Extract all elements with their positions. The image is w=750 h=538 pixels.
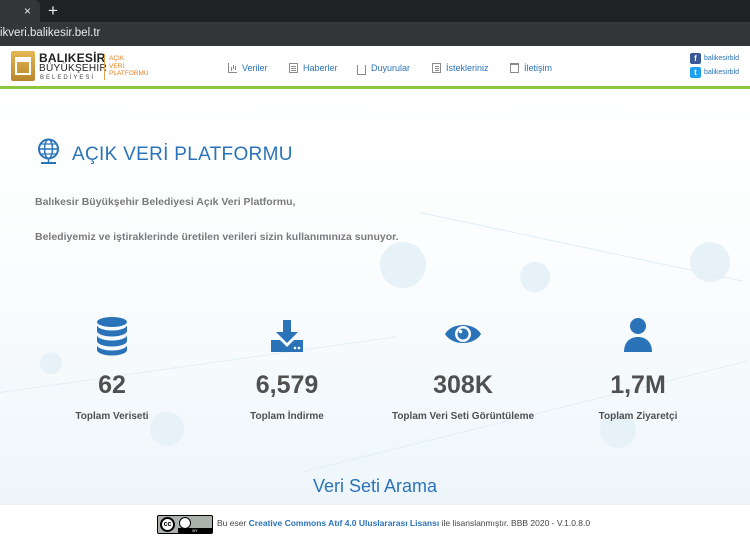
stat-value: 62: [98, 371, 126, 399]
stat-visitors: 1,7M Toplam Ziyaretçi: [553, 316, 723, 422]
nav-item-duyurular[interactable]: Duyurular: [357, 61, 410, 75]
license-link[interactable]: Creative Commons Atıf 4.0 Uluslararası L…: [249, 518, 440, 528]
download-icon: [271, 320, 303, 352]
stat-datasets: 62 Toplam Veriseti: [27, 316, 197, 422]
logo-title-line2[interactable]: BÜYÜKŞEHİR: [39, 64, 107, 74]
inbox-icon: [357, 65, 366, 75]
dataset-search-title: Veri Seti Arama: [312, 476, 438, 496]
logo-sub-line1: AÇIK: [109, 55, 125, 62]
hero-description-1: Balıkesir Büyükşehir Belediyesi Açık Ver…: [35, 196, 296, 208]
chart-icon: [228, 63, 237, 73]
stat-label: Toplam Veri Seti Görüntüleme: [391, 411, 535, 422]
facebook-link[interactable]: f balikesirbld: [690, 53, 739, 64]
stat-views: 308K Toplam Veri Seti Görüntüleme: [378, 316, 548, 422]
hero-section: AÇIK VERİ PLATFORMU Balıkesir Büyükşehir…: [0, 92, 750, 504]
cc-logo-icon: cc: [160, 517, 175, 532]
logo-sub-line2: VERİ: [109, 62, 125, 70]
hero-description-2: Belediyemiz ve iştiraklerinde üretilen v…: [35, 231, 399, 243]
stat-downloads: 6,579 Toplam İndirme: [202, 316, 372, 422]
stat-value: 1,7M: [610, 371, 666, 399]
close-tab-icon[interactable]: ×: [24, 3, 31, 19]
nav-label: Duyurular: [371, 63, 411, 73]
nav-label: Haberler: [303, 63, 338, 73]
url-text[interactable]: ikveri.balikesir.bel.tr: [0, 27, 100, 39]
nav-item-veriler[interactable]: Veriler: [228, 61, 268, 75]
site-footer: cc BY Bu eser Creative Commons Atıf 4.0 …: [0, 504, 750, 538]
logo-subtitle[interactable]: AÇIK VERİ PLATFORMU: [109, 55, 157, 78]
list-icon: [432, 63, 441, 73]
edit-icon: [289, 63, 298, 73]
nav-label: İstekleriniz: [446, 63, 489, 73]
nav-label: Veriler: [242, 63, 268, 73]
user-icon: [624, 318, 652, 352]
database-icon: [97, 317, 127, 356]
browser-tab-bar: × +: [0, 0, 750, 22]
facebook-handle: balikesirbld: [704, 55, 740, 62]
page-title: AÇIK VERİ PLATFORMU: [72, 144, 293, 165]
twitter-icon: t: [690, 67, 701, 78]
globe-icon: [38, 138, 59, 164]
stat-value: 308K: [433, 371, 493, 399]
logo-title-line3[interactable]: BELEDİYESİ: [40, 75, 95, 82]
nav-item-haberler[interactable]: Haberler: [289, 61, 338, 75]
nav-item-iletisim[interactable]: İletişim: [510, 61, 552, 75]
cc-by-label: BY: [178, 528, 212, 533]
stat-label: Toplam İndirme: [250, 411, 324, 422]
background-bubble: [520, 262, 550, 292]
background-bubble: [380, 242, 426, 288]
stat-value: 6,579: [255, 371, 319, 399]
creative-commons-badge-icon[interactable]: cc BY: [157, 515, 213, 534]
logo-sub-line3: PLATFORMU: [109, 70, 149, 77]
new-tab-button[interactable]: +: [48, 1, 58, 21]
browser-tab[interactable]: ×: [0, 0, 40, 22]
stat-label: Toplam Ziyaretçi: [598, 411, 678, 422]
nav-label: İletişim: [524, 63, 553, 73]
eye-icon: [445, 325, 481, 343]
address-bar[interactable]: ikveri.balikesir.bel.tr: [0, 22, 750, 46]
logo-emblem-icon[interactable]: [11, 51, 35, 81]
trash-icon: [510, 63, 519, 73]
license-suffix: ile lisanslanmıştır. BBB 2020 - V.1.0.8.…: [441, 518, 591, 528]
background-line: [419, 212, 743, 282]
license-text: Bu eser Creative Commons Atıf 4.0 Ulusla…: [217, 518, 590, 528]
nav-item-istekleriniz[interactable]: İstekleriniz: [432, 61, 489, 75]
site-header: BALIKESİR BÜYÜKŞEHİR BELEDİYESİ AÇIK VER…: [0, 46, 750, 89]
license-prefix: Bu eser: [217, 518, 247, 528]
stat-label: Toplam Veriseti: [75, 411, 149, 422]
twitter-link[interactable]: t balikesirbld: [690, 67, 739, 78]
logo-divider: [104, 54, 105, 80]
twitter-handle: balikesirbld: [704, 69, 740, 76]
facebook-icon: f: [690, 53, 701, 64]
